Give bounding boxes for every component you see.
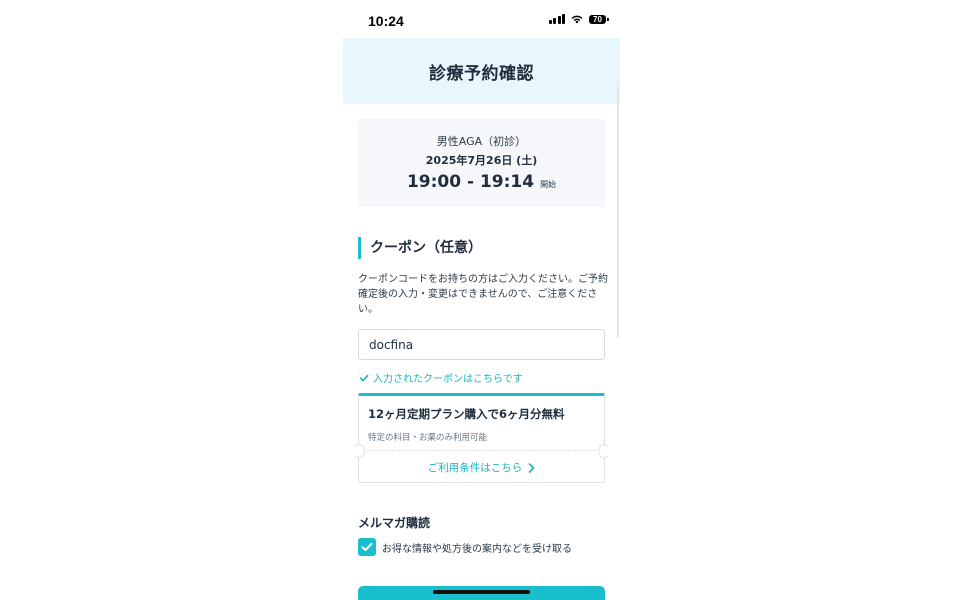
page-header: 診療予約確認 [343, 38, 620, 104]
ticket-notch-right [598, 444, 610, 458]
appointment-time: 19:00 - 19:14 [406, 172, 535, 192]
newsletter-option[interactable]: お得な情報や処方後の案内などを受け取る [358, 538, 572, 556]
coupon-valid-text: 入力されたクーポンはこちらです [373, 374, 523, 385]
signal-icon [548, 14, 565, 24]
ticket-divider [367, 450, 596, 451]
appointment-menu: 男性AGA（初診） [436, 135, 527, 148]
scrollbar[interactable] [617, 86, 619, 338]
appointment-time-row: 19:00 - 19:14 開始 [358, 172, 605, 192]
newsletter-label: お得な情報や処方後の案内などを受け取る [382, 543, 572, 555]
appointment-card: 男性AGA（初診） 2025年7月26日 (土) 19:00 - 19:14 開… [358, 119, 605, 207]
home-indicator[interactable] [433, 590, 530, 594]
coupon-input[interactable] [358, 329, 605, 360]
newsletter-checkbox[interactable] [358, 538, 376, 556]
checkmark-icon [361, 542, 373, 551]
page-title: 診療予約確認 [429, 63, 534, 84]
status-bar: 10:24 70 [343, 0, 620, 38]
coupon-terms-label: ご利用条件はこちら [427, 462, 523, 474]
status-time: 10:24 [368, 13, 404, 29]
newsletter-heading: メルマガ購読 [358, 516, 431, 530]
coupon-valid-message: 入力されたクーポンはこちらです [359, 370, 523, 385]
coupon-title: 12ヶ月定期プラン購入で6ヶ月分無料 [368, 407, 565, 421]
wifi-icon [571, 15, 583, 24]
ticket-notch-left [353, 444, 365, 458]
status-icons: 70 [548, 14, 609, 24]
phone-screen: 10:24 70 診療予約確認 男性AGA（初診） 2025年7月26日 (土)… [343, 0, 620, 600]
chevron-right-icon [528, 462, 535, 473]
check-icon [359, 374, 369, 381]
coupon-description: クーポンコードをお持ちの方はご入力ください。ご予約確定後の入力・変更はできません… [358, 274, 608, 315]
coupon-heading: クーポン（任意） [358, 237, 482, 259]
battery-icon: 70 [589, 14, 609, 24]
appointment-date: 2025年7月26日 (土) [425, 154, 538, 167]
appointment-start-label: 開始 [540, 180, 557, 189]
coupon-terms-link[interactable]: ご利用条件はこちら [359, 460, 604, 475]
coupon-ticket: 12ヶ月定期プラン購入で6ヶ月分無料 特定の科目・お薬のみ利用可能 ご利用条件は… [353, 393, 610, 483]
coupon-note: 特定の科目・お薬のみ利用可能 [368, 433, 488, 443]
